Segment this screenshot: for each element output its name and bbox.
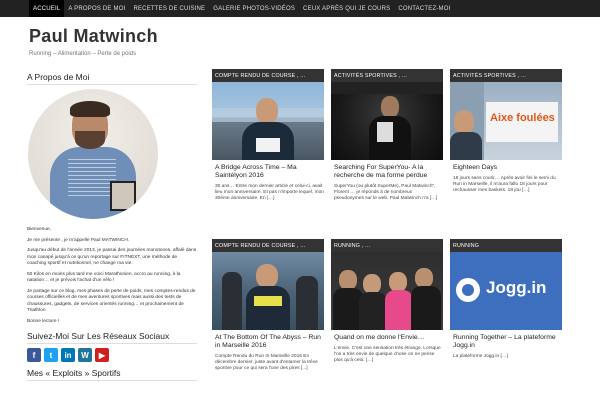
post-card[interactable]: COMPTE RENDU DE COURSE , ... A Bridge Ac…	[212, 69, 324, 203]
post-category[interactable]: COMPTE RENDU DE COURSE , ...	[212, 69, 324, 82]
youtube-icon[interactable]: ▶	[95, 348, 109, 362]
profile-hair	[70, 101, 110, 117]
thumbnail-runner-shirt	[246, 286, 290, 330]
post-category[interactable]: RUNNING	[450, 239, 562, 252]
bio-paragraph: Bienvenue,	[27, 227, 52, 232]
thumbnail-runner-left	[222, 272, 242, 330]
bio-text: Bienvenue, Je me présente , je m'appelle…	[27, 227, 197, 325]
about-widget-title: A Propos de Moi	[27, 72, 197, 85]
post-excerpt: 18 jours sans courir… Après avoir fini l…	[453, 176, 556, 194]
post-excerpt: 30 ans… Entre mon dernier article et cel…	[215, 184, 324, 202]
post-card[interactable]: RUNNING , ... Quand on me donne l'Envie……	[331, 239, 443, 365]
profile-picture-frame	[110, 181, 136, 211]
twitter-icon[interactable]: t	[44, 348, 58, 362]
profile-beard	[75, 131, 105, 149]
thumbnail-runner-right	[296, 276, 318, 330]
thumbnail-person-head	[363, 274, 381, 294]
joggin-logo-text: Jogg.in	[486, 278, 547, 297]
social-widget-title: Suivez-Moi Sur Les Réseaux Sociaux	[27, 331, 197, 344]
linkedin-icon[interactable]: in	[61, 348, 75, 362]
thumbnail-person-body	[385, 290, 413, 330]
thumbnail-person-body	[450, 132, 482, 160]
profile-photo	[28, 89, 158, 219]
thumbnail-runner-head	[256, 98, 278, 124]
post-thumbnail[interactable]: Aixe foulées	[450, 82, 562, 160]
site-tagline: Running – Alimentation – Perte de poids	[29, 51, 137, 57]
post-category[interactable]: RUNNING , ...	[331, 239, 443, 252]
post-excerpt: SuperYou (ou plutôt SuperMe), Paul Matwi…	[334, 184, 438, 202]
nav-item-accueil[interactable]: ACCUEIL	[29, 0, 65, 17]
bio-paragraph: Jusqu'au début de l'année 2013, je passa…	[27, 248, 197, 266]
top-navigation: ACCUEIL A PROPOS DE MOI RECETTES DE CUIS…	[0, 0, 600, 17]
post-thumbnail[interactable]	[212, 252, 324, 330]
thumbnail-race-bib	[256, 138, 280, 152]
post-category[interactable]: ACTIVITÉS SPORTIVES , ...	[331, 69, 443, 82]
site-header: Paul Matwinch Running – Alimentation – P…	[0, 17, 600, 67]
bio-paragraph: Bonne lecture !	[27, 318, 60, 324]
nav-item-galerie[interactable]: GALERIE PHOTOS-VIDÉOS	[209, 0, 299, 17]
thumbnail-person-head	[381, 96, 399, 118]
post-thumbnail[interactable]	[331, 82, 443, 160]
post-thumbnail[interactable]	[331, 252, 443, 330]
profile-shirt-print	[68, 159, 116, 199]
post-title[interactable]: Eighteen Days	[450, 164, 562, 172]
post-title[interactable]: Running Together – La plateforme Jogg.in	[450, 334, 562, 350]
wordpress-icon[interactable]: W	[78, 348, 92, 362]
post-card[interactable]: ACTIVITÉS SPORTIVES , ... Searching For …	[331, 69, 443, 203]
bio-paragraph: Je partage sur ce blog, mes phases de pe…	[27, 288, 196, 314]
thumbnail-runner-head	[256, 264, 278, 288]
thumbnail-held-object	[377, 122, 393, 142]
joggin-logo-icon-inner	[462, 284, 474, 296]
facebook-icon[interactable]: f	[27, 348, 41, 362]
exploits-widget-title: Mes « Exploits » Sportifs	[27, 368, 197, 381]
thumbnail-shirt-print	[254, 296, 282, 306]
thumbnail-person-head	[339, 270, 357, 290]
social-icons: f t in W ▶	[27, 348, 197, 362]
nav-item-a-propos[interactable]: A PROPOS DE MOI	[64, 0, 129, 17]
bio-paragraph: 50 Kilos en moins plus tard me voici Mar…	[27, 271, 181, 284]
nav-item-contact[interactable]: CONTACTEZ-MOI	[394, 0, 454, 17]
nav-item-ceux-apres[interactable]: CEUX APRÈS QUI JE COURS	[299, 0, 394, 17]
post-category[interactable]: COMPTE RENDU DE COURSE , ...	[212, 239, 324, 252]
thumbnail-person-head	[415, 268, 433, 288]
post-thumbnail[interactable]	[212, 82, 324, 160]
thumbnail-person-body	[411, 286, 441, 330]
post-excerpt: Compte Rendu du Run In Marseille 2016 En…	[215, 354, 318, 372]
post-card[interactable]: RUNNING Jogg.in Running Together – La pl…	[450, 239, 562, 360]
sidebar: A Propos de Moi Bienvenue, Je me présent…	[27, 72, 197, 385]
thumbnail-person-head	[389, 272, 407, 292]
post-title[interactable]: At The Bottom Of The Abyss – Run in Mars…	[212, 334, 324, 350]
post-title[interactable]: A Bridge Across Time – Ma Saintélyon 201…	[212, 164, 324, 180]
thumbnail-sign-text: Aixe foulées	[490, 112, 555, 124]
site-title[interactable]: Paul Matwinch	[29, 26, 600, 47]
bio-paragraph: Je me présente , je m'appelle Paul MATWI…	[27, 237, 130, 243]
post-title[interactable]: Searching For SuperYou- A la recherche d…	[331, 164, 443, 180]
post-category[interactable]: ACTIVITÉS SPORTIVES , ...	[450, 69, 562, 82]
thumbnail-top	[331, 82, 443, 94]
thumbnail-person-head	[454, 110, 474, 134]
post-card[interactable]: COMPTE RENDU DE COURSE , ... At The Bott…	[212, 239, 324, 373]
content-area: A Propos de Moi Bienvenue, Je me présent…	[0, 67, 600, 400]
nav-item-recettes[interactable]: RECETTES DE CUISINE	[129, 0, 209, 17]
post-card[interactable]: ACTIVITÉS SPORTIVES , ... Aixe foulées E…	[450, 69, 562, 195]
post-title[interactable]: Quand on me donne l'Envie…	[331, 334, 443, 342]
post-thumbnail[interactable]: Jogg.in	[450, 252, 562, 330]
thumbnail-person-body	[359, 292, 387, 330]
post-excerpt: La plateforme Jogg.in […]	[453, 354, 508, 359]
post-excerpt: L'envie. C'est une sensation très étrang…	[334, 346, 441, 364]
